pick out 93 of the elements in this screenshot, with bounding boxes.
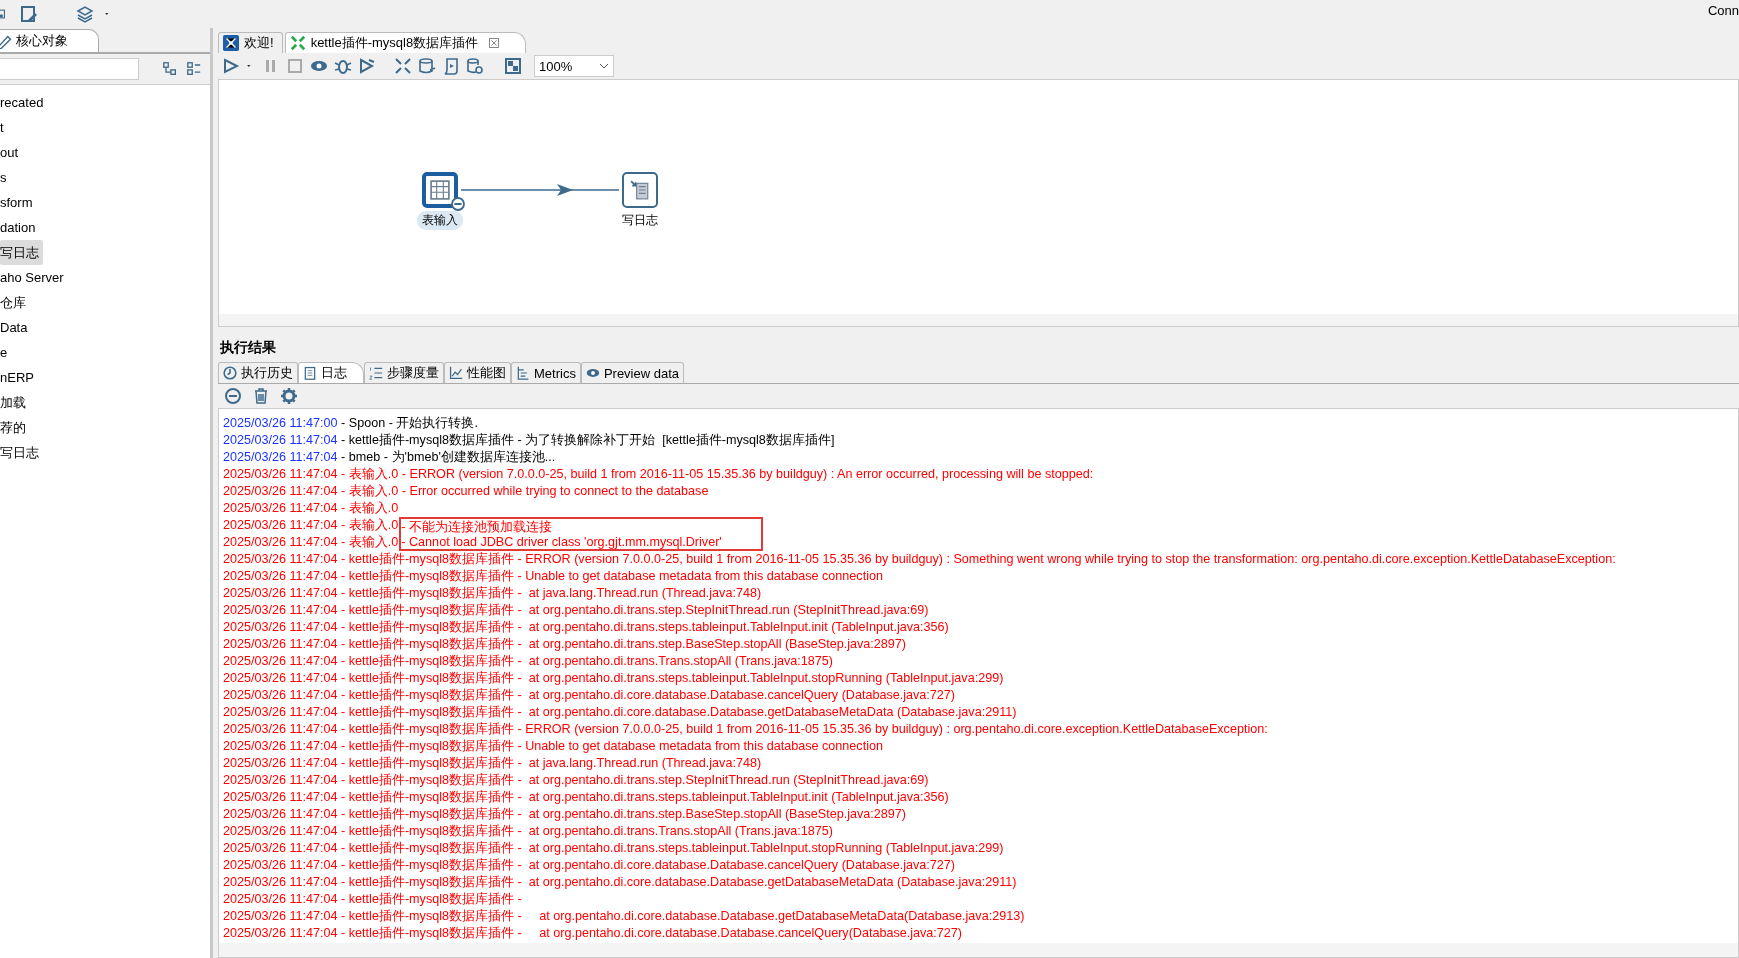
log-line: 2025/03/26 11:47:04 - kettle插件-mysql8数据库插件 - at java.lang.Thread.run (Thread.java:748)	[223, 755, 763, 772]
results-tab[interactable]: 日志	[298, 362, 364, 383]
layers-icon[interactable]	[76, 5, 94, 23]
sql-script-icon[interactable]	[442, 57, 460, 75]
log-line: 2025/03/26 11:47:04 - bmeb - 为'bmeb'创建数据库连接池...	[223, 449, 557, 466]
trash-icon[interactable]	[252, 387, 270, 405]
tree-item[interactable]: s	[0, 165, 11, 190]
tree-item[interactable]: dation	[0, 215, 40, 240]
editor-tab[interactable]: 欢迎!	[218, 32, 283, 53]
line-chart-icon[interactable]	[449, 366, 463, 380]
save-as-icon[interactable]	[20, 5, 38, 23]
debug-icon[interactable]	[334, 57, 352, 75]
pencil-icon[interactable]	[0, 33, 12, 49]
log-line: 2025/03/26 11:47:04 - kettle插件-mysql8数据库插件 - at java.lang.Thread.run (Thread.java:748)	[223, 585, 763, 602]
step-label: 写日志	[621, 212, 659, 229]
tree-item[interactable]: 荐的	[0, 415, 30, 440]
log-line: 2025/03/26 11:47:04 - kettle插件-mysql8数据库插件 - at org.pentaho.di.core.database.Database.cancelQuery (Database.java:727)	[223, 857, 957, 874]
log-line: 2025/03/26 11:47:04 - kettle插件-mysql8数据库插件 - at org.pentaho.di.core.database.Database.getDatabaseMetaData (Database.java:2911)	[223, 704, 1018, 721]
log-line: 2025/03/26 11:47:04 - kettle插件-mysql8数据库插件 - at org.pentaho.di.core.database.Database.getDatabaseMetaData(Database.java:2913)	[223, 908, 1026, 925]
log-line: 2025/03/26 11:47:04 - kettle插件-mysql8数据库插件 - at org.pentaho.di.trans.step.StepInitThread.run (StepInitThread.java:69)	[223, 602, 930, 619]
log-line: 2025/03/26 11:47:04 - 表输入.0 - Cannot load JDBC driver class 'org.gjt.mm.mysql.Driver'	[223, 534, 1738, 551]
results-title: 执行结果	[219, 338, 277, 357]
chevron-down-icon[interactable]	[599, 62, 609, 70]
tree-item[interactable]: nERP	[0, 365, 38, 390]
tree-item[interactable]: 仓库	[0, 290, 30, 315]
horizontal-scrollbar[interactable]	[219, 943, 1738, 957]
tree-item[interactable]: recated	[0, 90, 48, 115]
tree-item[interactable]: Data	[0, 315, 32, 340]
grid-icon[interactable]	[504, 57, 522, 75]
connect-link[interactable]: Conn	[1707, 3, 1739, 18]
log-line: 2025/03/26 11:47:04 - kettle插件-mysql8数据库插件 -	[223, 891, 523, 908]
close-icon[interactable]	[489, 38, 500, 48]
results-tab[interactable]: 性能图	[444, 362, 511, 383]
notepad-icon[interactable]	[303, 366, 317, 380]
eye-icon[interactable]	[585, 366, 600, 380]
log-line: 2025/03/26 11:47:00 - Spoon - 开始执行转换.	[223, 415, 479, 432]
tree-item[interactable]: aho Server	[0, 265, 68, 290]
log-line: 2025/03/26 11:47:04 - kettle插件-mysql8数据库插件 - at org.pentaho.di.trans.Trans.stopAll (Trans.java:1875)	[223, 653, 834, 670]
log-line: 2025/03/26 11:47:04 - kettle插件-mysql8数据库插件 - at org.pentaho.di.trans.steps.tableinput.TableInput.init (TableInput.java:356)	[223, 619, 950, 636]
log-line: 2025/03/26 11:47:04 - kettle插件-mysql8数据库插件 - at org.pentaho.di.trans.step.StepInitThread.run (StepInitThread.java:69)	[223, 772, 930, 789]
settings-icon[interactable]	[280, 387, 298, 405]
log-line: 2025/03/26 11:47:04 - kettle插件-mysql8数据库插件 - ERROR (version 7.0.0.0-25, build 1 from 2016-11-05 15.35.36 by buildguy) : Something went wrong while trying to stop the transformation: org.pentaho.di.core.exception.KettleDatabaseException:	[223, 551, 1617, 568]
log-document-icon[interactable]	[630, 180, 650, 200]
log-line: 2025/03/26 11:47:04 - kettle插件-mysql8数据库插件 - at org.pentaho.di.core.database.Database.cancelQuery (Database.java:727)	[223, 687, 957, 704]
results-tab[interactable]: 步骤度量	[364, 362, 444, 383]
step-node[interactable]	[622, 172, 658, 208]
tree-item[interactable]: 加载	[0, 390, 30, 415]
hop-arrow[interactable]	[461, 183, 619, 197]
log-line: 2025/03/26 11:47:04 - kettle插件-mysql8数据库插件 - at org.pentaho.di.trans.step.BaseStep.stopAll (BaseStep.java:2897)	[223, 806, 908, 823]
log-line: 2025/03/26 11:47:04 - 表输入.0 - ERROR (version 7.0.0.0-25, build 1 from 2016-11-05 15.35.36 by buildguy) : An error occurred, processing will be stopped:	[223, 466, 1095, 483]
log-line: 2025/03/26 11:47:04 - 表输入.0 - Error occurred while trying to connect to the database	[223, 483, 710, 500]
table-icon[interactable]	[430, 180, 450, 200]
log-line: 2025/03/26 11:47:04 - kettle插件-mysql8数据库插件 - ERROR (version 7.0.0.0-25, build 1 from 2016-11-05 15.35.36 by buildguy) : org.pentaho.di.core.exception.KettleDatabaseException:	[223, 721, 1269, 738]
explore-db-icon[interactable]	[466, 57, 484, 75]
horizontal-scrollbar[interactable]	[219, 314, 1738, 326]
log-line: 2025/03/26 11:47:04 - kettle插件-mysql8数据库插件 - Unable to get database metadata from this database connection	[223, 738, 884, 755]
run-icon[interactable]	[222, 57, 240, 75]
log-line: 2025/03/26 11:47:04 - kettle插件-mysql8数据库插件 - at org.pentaho.di.trans.steps.tableinput.TableInput.stopRunning (TableInput.java:299)	[223, 670, 1005, 687]
step-label: 表输入	[417, 211, 463, 230]
tree-item[interactable]: 写日志	[0, 240, 43, 265]
collapse-tree-icon[interactable]	[162, 61, 178, 77]
tree-list-icon[interactable]	[516, 366, 530, 380]
results-tab[interactable]: Preview data	[580, 362, 685, 383]
log-line: 2025/03/26 11:47:04 - kettle插件-mysql8数据库插件 - at org.pentaho.di.core.database.Database.cancelQuery(Database.java:727)	[223, 925, 964, 942]
editor-tab[interactable]: kettle插件-mysql8数据库插件	[284, 32, 527, 53]
log-line: 2025/03/26 11:47:04 - kettle插件-mysql8数据库插件 - at org.pentaho.di.trans.steps.tableinput.TableInput.init (TableInput.java:356)	[223, 789, 950, 806]
impact-icon[interactable]	[418, 57, 436, 75]
replay-icon[interactable]	[358, 57, 376, 75]
log-line: 2025/03/26 11:47:04 - kettle插件-mysql8数据库插件 - 为了转换解除补丁开始 [kettle插件-mysql8数据库插件]	[223, 432, 836, 449]
clock-icon[interactable]	[223, 366, 237, 380]
numbered-list-icon[interactable]	[369, 366, 383, 380]
arrows-in-icon[interactable]	[289, 35, 306, 51]
minus-badge-icon	[451, 197, 465, 211]
tree-item[interactable]: e	[0, 340, 12, 365]
log-line: 2025/03/26 11:47:04 - kettle插件-mysql8数据库插件 - at org.pentaho.di.trans.steps.tableinput.TableInput.stopRunning (TableInput.java:299)	[223, 840, 1005, 857]
tree-item[interactable]: t	[0, 115, 8, 140]
log-line: 2025/03/26 11:47:04 - kettle插件-mysql8数据库插件 - at org.pentaho.di.trans.step.BaseStep.stopAll (BaseStep.java:2897)	[223, 636, 908, 653]
tree-item[interactable]: 写日志	[0, 440, 43, 465]
log-line: 2025/03/26 11:47:04 - 表输入.0 - 不能为连接池预加载连接	[223, 517, 1738, 534]
log-line: 2025/03/26 11:47:04 - 表输入.0	[223, 500, 400, 517]
list-view-icon[interactable]	[186, 61, 202, 77]
core-objects-tab[interactable]: 核心对象	[0, 29, 99, 52]
step-node[interactable]	[422, 172, 458, 208]
zoom-dropdown[interactable]: 100%	[534, 55, 614, 77]
tree-item[interactable]: out	[0, 140, 23, 165]
search-field[interactable]	[0, 58, 139, 80]
stop-circle-icon[interactable]	[224, 387, 242, 405]
log-line: 2025/03/26 11:47:04 - kettle插件-mysql8数据库插件 - Unable to get database metadata from this database connection	[223, 568, 884, 585]
log-line: 2025/03/26 11:47:04 - kettle插件-mysql8数据库插件 - at org.pentaho.di.trans.Trans.stopAll (Trans.java:1875)	[223, 823, 834, 840]
log-line: 2025/03/26 11:47:04 - kettle插件-mysql8数据库插件 - at org.pentaho.di.core.database.Database.getDatabaseMetaData (Database.java:2911)	[223, 874, 1018, 891]
tree-item[interactable]: sform	[0, 190, 37, 215]
results-tab[interactable]: 执行历史	[218, 362, 298, 383]
results-tab[interactable]: Metrics	[511, 362, 581, 383]
